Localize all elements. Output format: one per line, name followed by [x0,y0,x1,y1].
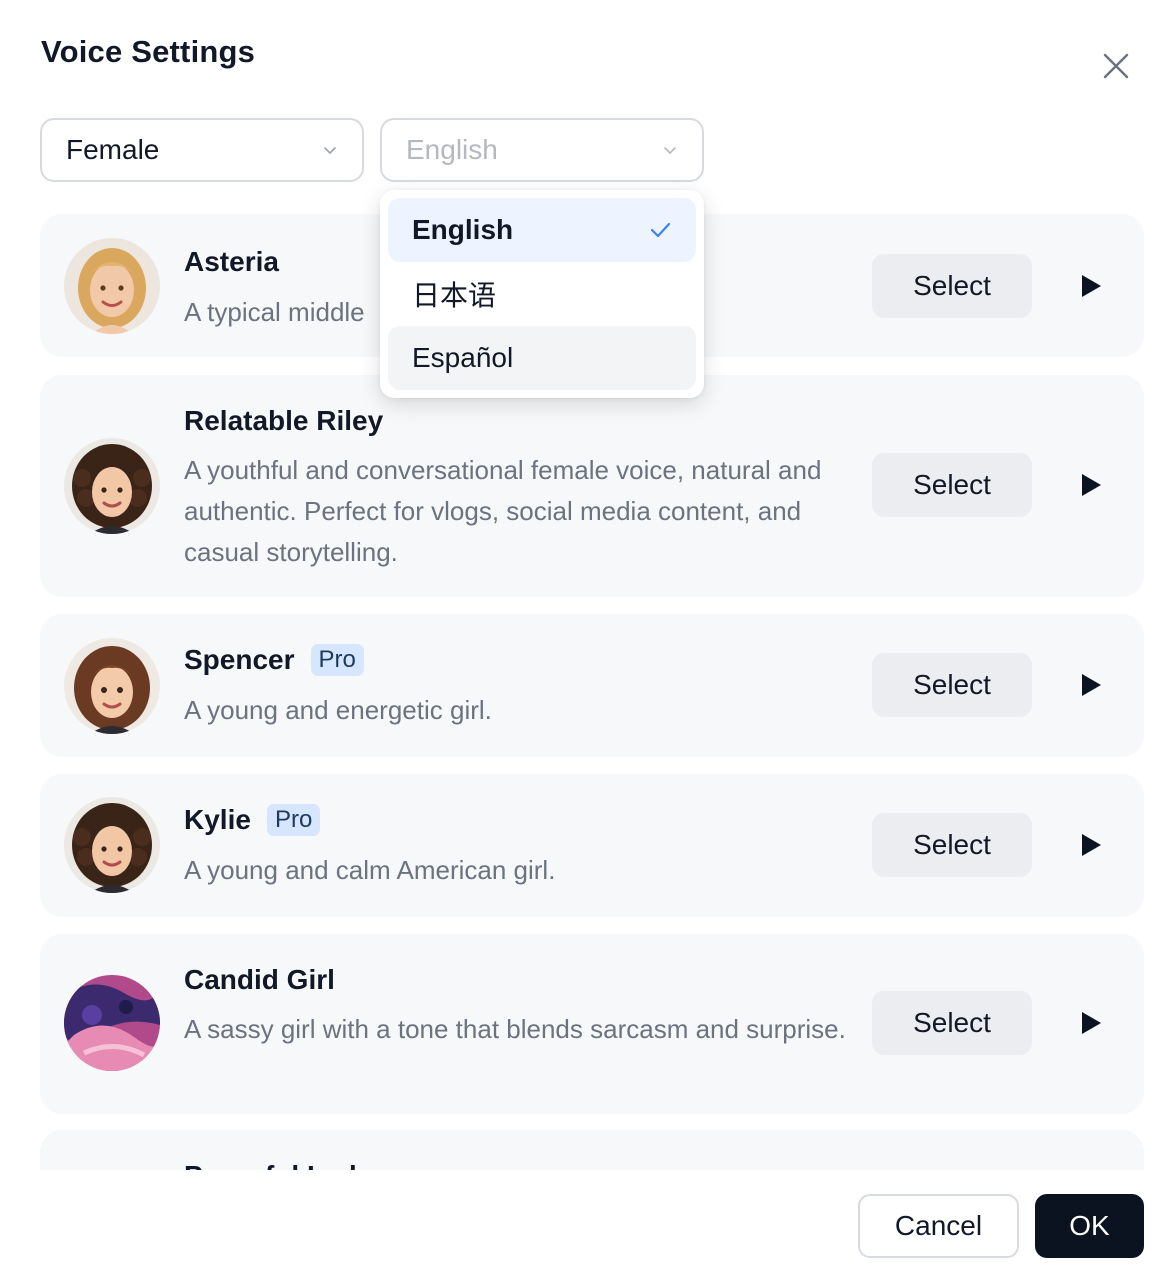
voice-description: A young and energetic girl. [184,695,492,725]
chevron-down-icon [324,147,336,154]
voice-description: A sassy girl with a tone that blends sar… [184,1014,846,1044]
voice-name-row: Kylie Pro [184,804,321,836]
avatar [64,975,160,1071]
voice-card-kylie[interactable]: Kylie Pro A young and calm American girl… [40,774,1144,917]
voice-card-candid-girl[interactable]: Candid Girl A sassy girl with a tone tha… [40,934,1144,1114]
dialog-footer: Cancel OK [0,1170,1174,1288]
language-select[interactable]: English [380,118,704,182]
select-voice-button[interactable]: Select [872,254,1032,318]
gender-select[interactable]: Female [40,118,364,182]
chevron-down-icon [664,147,676,154]
voice-description: A youthful and conversational female voi… [184,455,822,567]
voice-name-row: Candid Girl [184,964,335,996]
pro-badge: Pro [310,644,364,676]
voice-name-row: Asteria [184,246,279,278]
pro-badge: Pro [266,804,321,836]
abstract-paint-avatar-icon [64,975,160,1071]
voice-description: A young and calm American girl. [184,855,556,885]
voice-card-relatable-riley[interactable]: Relatable Riley A youthful and conversat… [40,375,1144,597]
language-option-label: 日本语 [412,280,497,311]
select-voice-button[interactable]: Select [872,991,1032,1055]
voice-name: Candid Girl [184,964,335,995]
blonde-woman-avatar-icon [64,238,160,334]
voice-name: Spencer [184,644,295,675]
voice-name-row: Peaceful Lady [184,1160,372,1170]
check-icon [650,222,671,238]
play-icon[interactable] [1076,831,1104,859]
play-icon[interactable] [1076,471,1104,499]
curly-hair-girl-avatar-icon [64,438,160,534]
play-icon[interactable] [1076,272,1104,300]
curly-hair-girl-avatar-icon [64,797,160,893]
voice-settings-dialog: Asteria A typical middle Select Relatabl… [0,0,1174,1288]
language-dropdown-menu: English 日本语 Español [380,190,704,398]
voice-name: Asteria [184,246,279,277]
gender-select-value: Female [66,134,160,165]
voice-name-row: Relatable Riley [184,405,383,437]
language-option-label: Español [412,342,514,373]
language-option-spanish[interactable]: Español [388,326,696,390]
language-option-japanese[interactable]: 日本语 [388,262,696,326]
brown-hair-girl-avatar-icon [64,638,160,734]
voice-name: Relatable Riley [184,405,384,436]
language-select-value: English [406,134,498,165]
select-voice-button[interactable]: Select [872,813,1032,877]
dialog-title: Voice Settings [41,34,256,69]
voice-name-row: Spencer Pro [184,644,364,676]
voice-name: Kylie [184,804,251,835]
avatar [64,438,160,534]
play-icon[interactable] [1076,671,1104,699]
select-voice-button[interactable]: Select [872,653,1032,717]
voice-name: Peaceful Lady [184,1160,372,1170]
play-icon[interactable] [1076,1009,1104,1037]
voice-card-spencer[interactable]: Spencer Pro A young and energetic girl. … [40,614,1144,757]
ok-button[interactable]: OK [1035,1194,1144,1258]
avatar [64,797,160,893]
avatar [64,238,160,334]
select-voice-button[interactable]: Select [872,453,1032,517]
voice-card-peaceful-lady[interactable]: Peaceful Lady [40,1130,1144,1170]
language-option-label: English [412,214,514,245]
language-option-english[interactable]: English [388,198,696,262]
avatar [64,638,160,734]
cancel-button[interactable]: Cancel [858,1194,1019,1258]
close-icon[interactable] [1098,48,1134,84]
